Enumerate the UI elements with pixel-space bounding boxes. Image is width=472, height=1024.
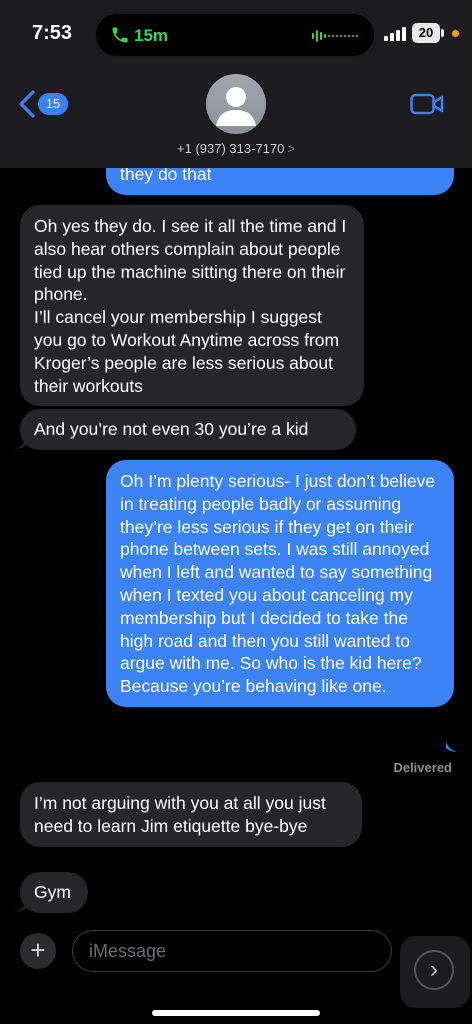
status-time: 7:53: [32, 22, 73, 44]
active-call-pill[interactable]: 15m: [95, 13, 375, 57]
back-button[interactable]: 15: [18, 90, 70, 118]
bubble-tail: [14, 900, 26, 912]
contact-number: +1 (937) 313-7170: [177, 141, 285, 156]
bubble-tail: [14, 437, 26, 449]
message-incoming[interactable]: I’m not arguing with you at all you just…: [20, 782, 362, 847]
back-chevron-icon: [19, 90, 35, 118]
contact-name[interactable]: +1 (937) 313-7170 >: [0, 141, 472, 156]
message-outgoing[interactable]: Oh I’m plenty serious- I just don’t beli…: [106, 460, 454, 707]
battery-icon: 20: [412, 23, 440, 43]
message-input[interactable]: iMessage: [72, 930, 392, 972]
voice-wave-icon: [312, 30, 358, 42]
bubble-tail: [446, 740, 458, 752]
phone-icon: [112, 27, 128, 43]
message-incoming[interactable]: Gym: [20, 872, 88, 913]
conversation-header: 7:53 15m 20 15 +1 (937) 313-7170 >: [0, 0, 472, 168]
home-indicator[interactable]: [152, 1010, 320, 1016]
status-bar: 7:53 15m 20: [0, 0, 472, 70]
send-arrow-icon[interactable]: ›: [414, 950, 454, 990]
message-incoming[interactable]: And you’re not even 30 you’re a kid: [20, 409, 356, 450]
battery-cap: [441, 29, 444, 37]
video-camera-icon[interactable]: [410, 93, 444, 115]
plus-icon[interactable]: +: [20, 933, 56, 969]
avatar-icon[interactable]: [206, 74, 266, 134]
send-area: ›: [400, 936, 470, 1008]
signal-icon: [384, 27, 406, 41]
chevron-right-icon: >: [287, 141, 295, 156]
call-duration: 15m: [134, 26, 169, 45]
unread-count-badge: 15: [38, 93, 68, 115]
message-incoming[interactable]: Oh yes they do. I see it all the time an…: [20, 205, 364, 407]
delivered-label: Delivered: [393, 760, 452, 775]
privacy-indicator: [452, 30, 459, 37]
